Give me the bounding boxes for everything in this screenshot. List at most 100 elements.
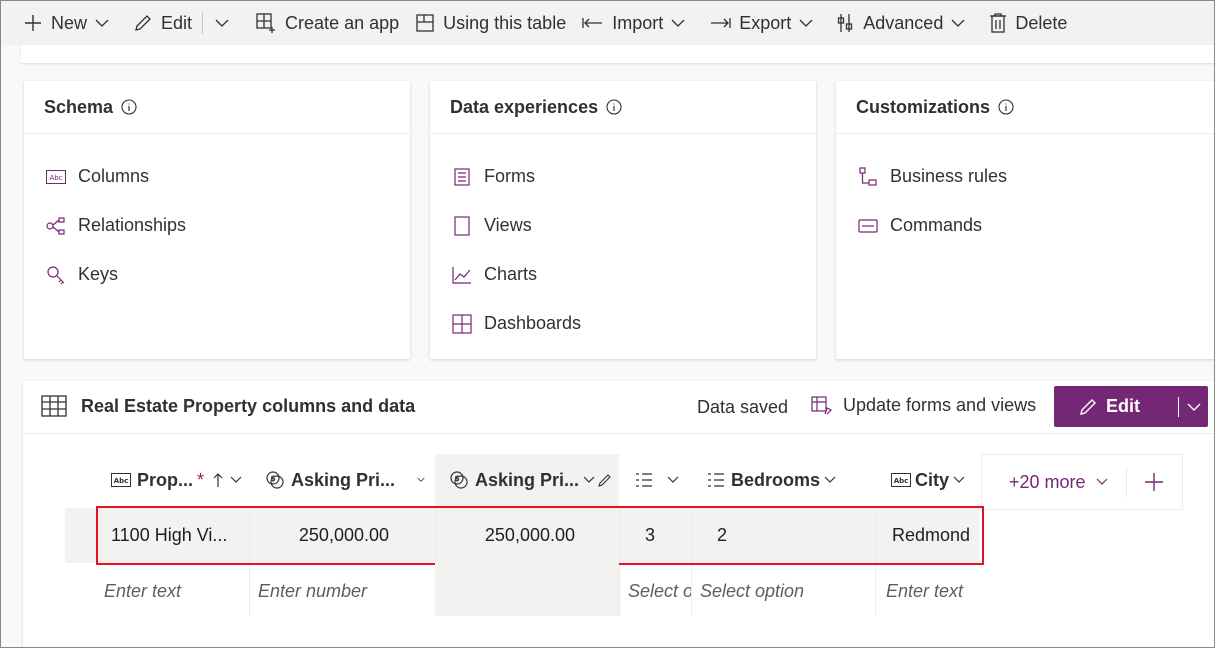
choice-icon [708,473,724,487]
commands-link[interactable]: Commands [836,201,1214,250]
column-header-city[interactable]: Abc City [891,454,981,506]
forms-label: Forms [484,166,535,186]
svg-text:Abc: Abc [49,174,62,182]
tools-icon [838,14,853,32]
new-row-choice-input[interactable]: Select option [628,581,691,602]
schema-keys-link[interactable]: Keys [24,250,410,299]
columns-and-data-panel: Real Estate Property columns and data Da… [23,381,1214,647]
chevron-down-icon [230,476,242,483]
relationships-label: Relationships [78,215,187,235]
more-columns-button[interactable]: +20 more [982,472,1108,493]
header-strip [21,45,1214,63]
new-row-readonly-cell [435,563,619,616]
edit-dropdown[interactable] [205,1,247,45]
schema-title: Schema [44,96,114,117]
edit-data-label: Edit [1106,396,1140,416]
edit-data-button[interactable]: Edit [1054,386,1208,427]
chevron-down-icon [417,477,425,482]
columns-and-data-header: Real Estate Property columns and data Da… [23,381,1214,434]
business-rule-icon [859,166,877,186]
column-header-asking-price[interactable]: $ Asking Pri... [265,454,425,506]
currency-icon: $ [450,471,468,489]
edit-data-dropdown[interactable] [1179,402,1208,412]
new-row-property-input[interactable]: Enter text [104,581,244,602]
delete-button[interactable]: Delete [981,1,1075,45]
highlight-box [96,506,984,565]
edit-button[interactable]: Edit [125,1,200,45]
export-button[interactable]: Export [701,1,829,45]
data-experiences-card: Data experiences Forms Views Charts Dash… [430,81,816,359]
keys-label: Keys [78,264,119,284]
schema-header: Schema [24,81,410,134]
new-row-city-input[interactable]: Enter text [886,581,986,602]
data-experiences-title: Data experiences [450,96,599,117]
business-rules-link[interactable]: Business rules [836,152,1214,201]
required-mark: * [197,469,205,490]
plus-icon [1145,473,1164,491]
column-header-property[interactable]: Abc Prop... * [111,454,251,506]
edit-label: Edit [161,12,193,33]
dashboards-link[interactable]: Dashboards [430,299,816,348]
plus-icon [25,15,41,31]
schema-card: Schema Abc Columns Relationships Keys [24,81,410,359]
text-field-icon: Abc [46,169,66,184]
chevron-down-icon [951,19,965,27]
customizations-card: Customizations Business rules Commands [836,81,1214,359]
more-columns-control: +20 more [981,454,1183,510]
update-forms-icon [811,395,833,414]
new-row-bedrooms-input[interactable]: Select option [700,581,870,602]
column-label: City [915,469,950,490]
command-bar: New Edit Create an app Using this table … [1,1,1214,45]
data-experiences-header: Data experiences [430,81,816,134]
using-table-label: Using this table [443,12,567,33]
column-header-bedrooms[interactable]: Bedrooms [707,454,867,506]
forms-link[interactable]: Forms [430,152,816,201]
create-app-label: Create an app [285,12,400,33]
pencil-icon [135,15,151,31]
info-icon[interactable] [606,99,622,115]
chevron-down-icon [1187,403,1200,411]
chevron-down-icon[interactable] [95,18,109,28]
views-link[interactable]: Views [430,201,816,250]
new-label: New [51,12,88,33]
table-layout-icon [416,14,434,32]
charts-link[interactable]: Charts [430,250,816,299]
svg-text:Abc: Abc [894,477,909,485]
import-button[interactable]: Import [574,1,701,45]
create-app-button[interactable]: Create an app [247,1,407,45]
trash-icon [990,13,1007,33]
export-label: Export [739,12,792,33]
text-field-icon: Abc [111,473,131,487]
more-columns-label: +20 more [1009,471,1086,492]
column-label: Bedrooms [731,469,821,490]
save-status: Data saved [697,397,789,417]
svg-text:$: $ [454,474,460,483]
business-rules-label: Business rules [890,166,1008,186]
advanced-button[interactable]: Advanced [829,1,981,45]
info-icon[interactable] [998,99,1014,115]
info-icon[interactable] [121,99,137,115]
column-header-choice[interactable] [635,454,695,506]
update-forms-views-button[interactable]: Update forms and views [811,395,1036,416]
chevron-down-icon [667,476,679,483]
commands-label: Commands [890,215,983,235]
column-header-asking-price-2[interactable]: $ Asking Pri... [435,454,619,506]
views-label: Views [484,215,532,235]
line-chart-icon [452,266,471,284]
import-label: Import [612,12,664,33]
schema-relationships-link[interactable]: Relationships [24,201,410,250]
new-button[interactable]: New [1,1,125,45]
add-column-button[interactable] [1127,472,1182,492]
dashboard-icon [452,313,472,334]
row-selector[interactable] [65,508,97,563]
new-row-price-input[interactable]: Enter number [258,581,428,602]
using-table-button[interactable]: Using this table [407,1,574,45]
column-label: Asking Pri... [475,469,580,490]
chevron-down-icon [799,19,813,27]
schema-columns-link[interactable]: Abc Columns [24,152,410,201]
app-grid-icon [256,13,276,33]
view-icon [454,215,470,236]
customizations-title: Customizations [856,96,991,117]
svg-text:Abc: Abc [114,477,129,485]
chevron-down-icon [1096,478,1107,485]
